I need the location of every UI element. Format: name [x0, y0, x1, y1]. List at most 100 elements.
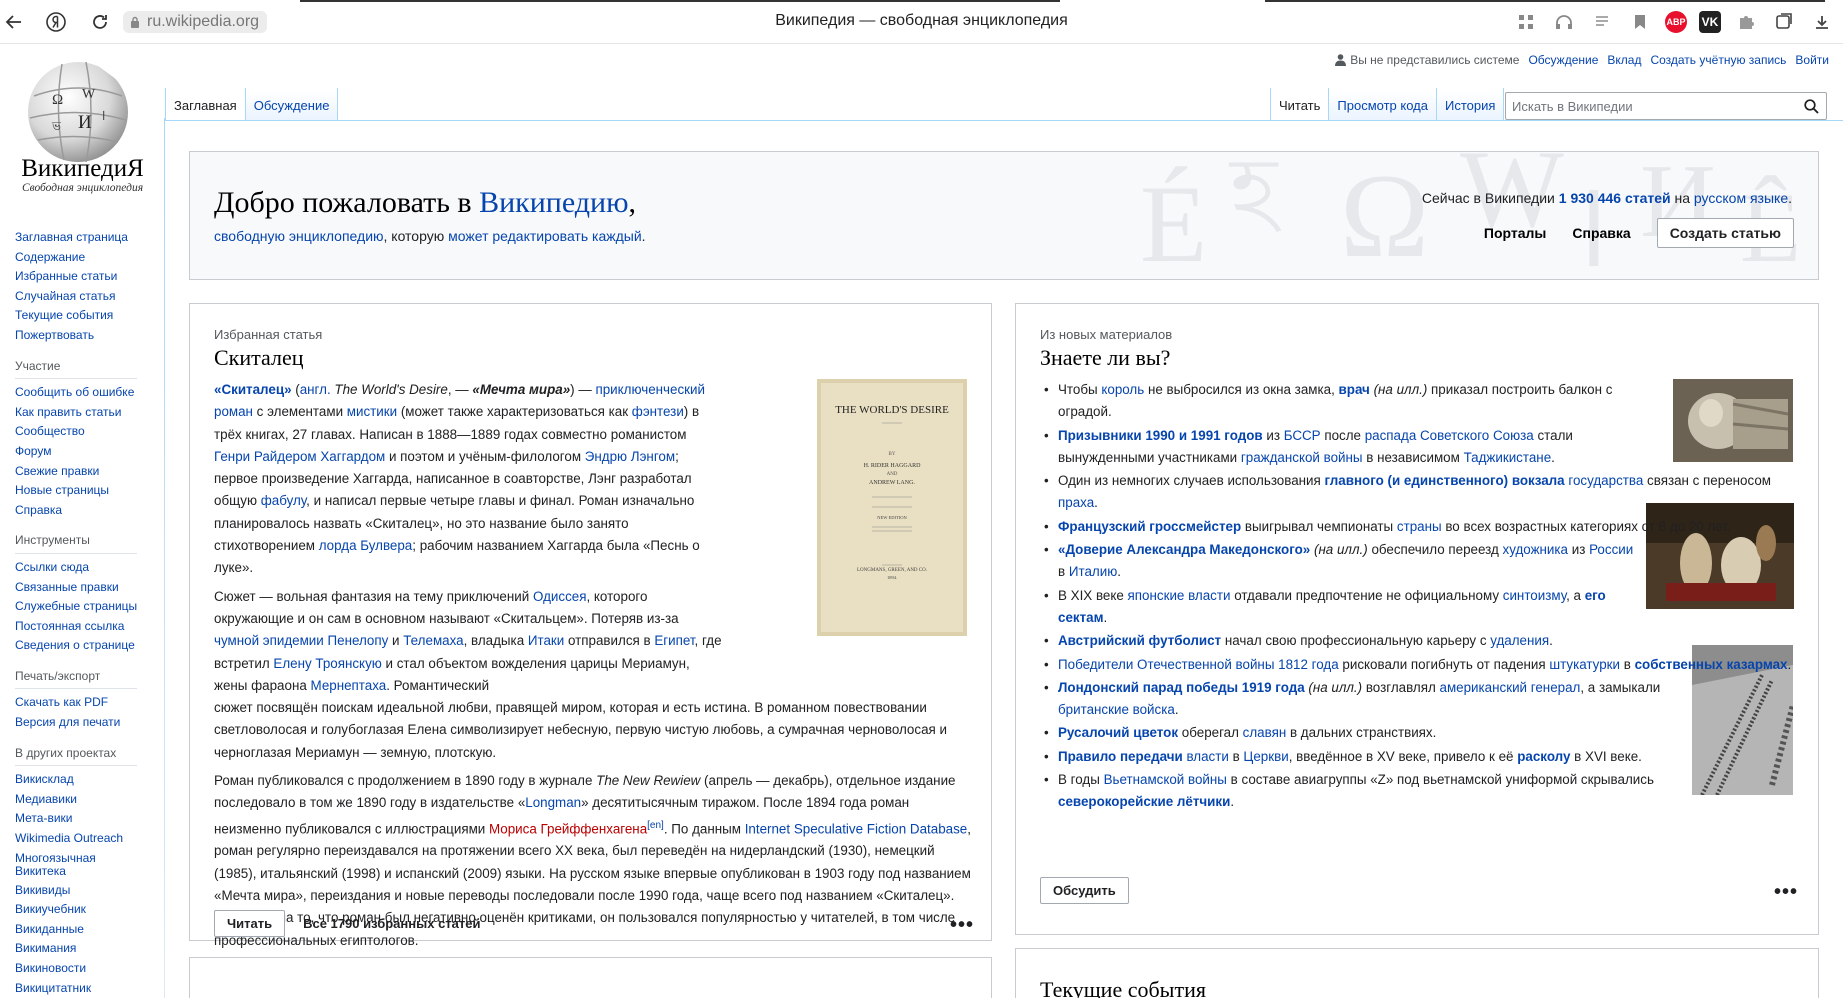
download-icon[interactable]: [1809, 9, 1835, 35]
sidebar-heading-projects: В других проектах: [15, 744, 137, 767]
discuss-button[interactable]: Обсудить: [1040, 877, 1129, 904]
sidebar-item-participation-5[interactable]: Новые страницы: [15, 481, 140, 501]
sidebar-item-main-5[interactable]: Пожертвовать: [15, 326, 140, 346]
sidebar-item-participation-3[interactable]: Форум: [15, 442, 140, 462]
bookmark-icon[interactable]: [1627, 9, 1653, 35]
tab-discussion[interactable]: Обсуждение: [245, 88, 339, 121]
penelope-link: Пенелопу: [327, 633, 389, 649]
welcome-title: Добро пожаловать в Википедию,: [214, 186, 636, 220]
free-encyclopedia-link[interactable]: свободную энциклопедию: [214, 228, 384, 244]
svg-text:W: W: [82, 87, 96, 102]
wikipedia-link[interactable]: Википедию: [479, 186, 628, 219]
svg-text:Ω: Ω: [1340, 151, 1429, 280]
tab-main-page[interactable]: Заглавная: [165, 88, 246, 121]
article-count-link[interactable]: 1 930 446 статей: [1559, 190, 1671, 206]
sidebar-divider: [164, 118, 165, 998]
anon-notice: Вы не представились системе: [1335, 53, 1519, 67]
book-year-text: 1894.: [887, 575, 897, 580]
more-options-icon[interactable]: •••: [1774, 881, 1798, 904]
current-events-card: Текущие события: [1015, 948, 1819, 998]
read-button[interactable]: Читать: [214, 910, 286, 937]
list-item: Один из немногих случаев использования г…: [1038, 470, 1798, 515]
apps-icon[interactable]: [1513, 9, 1539, 35]
tab-indicator: [300, 0, 1060, 2]
sidebar-item-projects-1[interactable]: Медиавики: [15, 790, 140, 810]
book-by-text: BY: [889, 452, 896, 457]
sidebar-item-projects-5[interactable]: Викивиды: [15, 881, 140, 901]
sidebar-item-tools-2[interactable]: Служебные страницы: [15, 597, 140, 617]
headphones-icon[interactable]: [1551, 9, 1577, 35]
book-publisher-text: LONGMANS, GREEN, AND CO.: [857, 568, 927, 573]
sidebar-item-participation-1[interactable]: Как править статьи: [15, 403, 140, 423]
svg-text:ا: ا: [102, 109, 105, 123]
sidebar-item-projects-6[interactable]: Викиучебник: [15, 900, 140, 920]
sidebar-item-participation-0[interactable]: Сообщить об ошибке: [15, 383, 140, 403]
sidebar-item-projects-2[interactable]: Мета-вики: [15, 809, 140, 829]
anyone-can-edit-link[interactable]: может редактировать каждый: [448, 228, 642, 244]
puzzle-icon[interactable]: [1733, 9, 1759, 35]
search-icon[interactable]: [1804, 99, 1819, 114]
sidebar-item-projects-7[interactable]: Викиданные: [15, 920, 140, 940]
book-cover-image[interactable]: THE WORLD'S DESIRE BY H. RIDER HAGGARD A…: [817, 379, 967, 636]
sidebar-item-main-2[interactable]: Избранные статьи: [15, 267, 140, 287]
welcome-banner: É হ Ω W ا И Ê Добро пожаловать в Википед…: [189, 151, 1819, 280]
article-count: Сейчас в Википедии 1 930 446 статей на р…: [1422, 190, 1792, 206]
contributions-link[interactable]: Вклад: [1607, 53, 1641, 67]
talk-link[interactable]: Обсуждение: [1528, 53, 1598, 67]
vk-icon[interactable]: VK: [1699, 11, 1721, 33]
sidebar-item-projects-0[interactable]: Викисклад: [15, 770, 140, 790]
background-glyphs: É হ Ω W ا И Ê: [1140, 151, 1801, 280]
sidebar-item-projects-10[interactable]: Викицитатник: [15, 979, 140, 998]
tab-read[interactable]: Читать: [1270, 88, 1330, 121]
adblock-icon[interactable]: ABP: [1665, 11, 1687, 33]
russian-language-link[interactable]: русском языке: [1694, 190, 1788, 206]
sidebar-item-projects-3[interactable]: Wikimedia Outreach: [15, 829, 140, 849]
all-featured-link[interactable]: Все 1790 избранных статей: [303, 916, 480, 931]
sidebar-item-tools-1[interactable]: Связанные правки: [15, 578, 140, 598]
sidebar-item-participation-6[interactable]: Справка: [15, 501, 140, 521]
sidebar-item-tools-3[interactable]: Постоянная ссылка: [15, 617, 140, 637]
sidebar-item-print-0[interactable]: Скачать как PDF: [15, 693, 140, 713]
sidebar-heading-tools: Инструменты: [15, 531, 137, 554]
collections-icon[interactable]: [1771, 9, 1797, 35]
svg-text:Ω: Ω: [52, 92, 63, 108]
sidebar-item-participation-4[interactable]: Свежие правки: [15, 462, 140, 482]
sidebar-item-tools-4[interactable]: Сведения о странице: [15, 636, 140, 656]
sidebar-item-tools-0[interactable]: Ссылки сюда: [15, 558, 140, 578]
anon-text: Вы не представились системе: [1350, 53, 1520, 67]
search-input[interactable]: [1506, 93, 1786, 119]
tab-history[interactable]: История: [1436, 88, 1505, 121]
telemachus-link: Телемаха: [403, 633, 464, 649]
lang-eng-link: англ.: [299, 382, 331, 397]
help-link[interactable]: Справка: [1572, 225, 1630, 241]
more-options-icon[interactable]: •••: [950, 914, 974, 937]
sidebar-item-projects-8[interactable]: Викимания: [15, 939, 140, 959]
reader-icon[interactable]: [1589, 9, 1615, 35]
portals-link[interactable]: Порталы: [1484, 225, 1546, 241]
sidebar-item-main-1[interactable]: Содержание: [15, 248, 140, 268]
namespace-tabs: Заглавная Обсуждение: [165, 88, 339, 121]
stat-end: .: [1788, 190, 1792, 206]
subtitle-text: , которую: [383, 228, 449, 244]
view-tabs: Читать Просмотр кода История: [1270, 88, 1505, 121]
stat-prefix: Сейчас в Википедии: [1421, 190, 1559, 206]
sidebar-item-projects-4[interactable]: Многоязычная Викитека: [15, 849, 140, 881]
create-article-button[interactable]: Создать статью: [1656, 218, 1794, 248]
sidebar-item-projects-9[interactable]: Викиновости: [15, 959, 140, 979]
featured-title: Скиталец: [214, 345, 304, 370]
book-edition-text: NEW EDITION: [877, 515, 907, 520]
featured-text: «Скиталец» (англ. The World's Desire, — …: [214, 382, 971, 948]
svg-text:И: И: [78, 112, 92, 133]
did-you-know-card: Из новых материалов Знаете ли вы? Чтобы …: [1015, 303, 1819, 935]
list-item: «Доверие Александра Македонского» (на ил…: [1038, 539, 1638, 584]
list-item: Лондонский парад победы 1919 года (на ил…: [1038, 677, 1678, 722]
user-icon: [1335, 54, 1347, 66]
create-account-link[interactable]: Создать учётную запись: [1650, 53, 1786, 67]
sidebar-item-participation-2[interactable]: Сообщество: [15, 422, 140, 442]
sidebar-item-main-4[interactable]: Текущие события: [15, 306, 140, 326]
sidebar-item-print-1[interactable]: Версия для печати: [15, 713, 140, 733]
tab-view-source[interactable]: Просмотр кода: [1329, 88, 1437, 121]
login-link[interactable]: Войти: [1795, 53, 1829, 67]
sidebar-item-main-0[interactable]: Заглавная страница: [15, 228, 140, 248]
sidebar-item-main-3[interactable]: Случайная статья: [15, 287, 140, 307]
